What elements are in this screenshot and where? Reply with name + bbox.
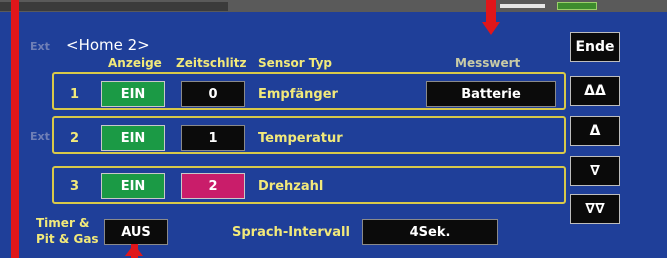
annotation-arrow-down-icon (482, 22, 500, 35)
timer-toggle-button[interactable]: AUS (104, 219, 168, 245)
page-title: <Home 2> (66, 36, 150, 54)
slot-button-row-2[interactable]: 1 (181, 125, 245, 151)
background-label: Ext (30, 130, 50, 143)
top-status-strip (0, 0, 667, 12)
battery-icon (557, 2, 597, 10)
status-bar-indicator (500, 4, 545, 8)
column-header-anzeige: Anzeige (108, 56, 162, 70)
row-index: 3 (70, 179, 80, 194)
column-header-messwert: Messwert (455, 56, 521, 70)
page-up-button[interactable]: Δ (570, 116, 620, 146)
page-down-fast-button[interactable]: ∇∇ (570, 194, 620, 224)
speech-interval-button[interactable]: 4Sek. (362, 219, 498, 245)
page-down-button[interactable]: ∇ (570, 156, 620, 186)
slot-button-row-3[interactable]: 2 (181, 173, 245, 199)
annotation-line-top (486, 0, 496, 24)
end-button[interactable]: Ende (570, 32, 620, 62)
measurement-button-row-1[interactable]: Batterie (426, 81, 556, 107)
display-toggle-row-2[interactable]: EIN (101, 125, 165, 151)
column-header-sensor-typ: Sensor Typ (258, 56, 332, 70)
row-index: 2 (70, 131, 80, 146)
page-up-fast-button[interactable]: ΔΔ (570, 76, 620, 106)
background-label: Ext (30, 40, 50, 53)
sensor-type-row-2[interactable]: Temperatur (258, 131, 343, 146)
sensor-type-row-3[interactable]: Drehzahl (258, 179, 323, 194)
timer-label-line2: Pit & Gas (36, 232, 99, 246)
row-index: 1 (70, 87, 80, 102)
status-bar-left (0, 2, 228, 11)
timer-label-line1: Timer & (36, 216, 90, 230)
display-toggle-row-1[interactable]: EIN (101, 81, 165, 107)
sensor-type-row-1[interactable]: Empfänger (258, 87, 338, 102)
annotation-arrow-up-icon (125, 244, 143, 256)
display-toggle-row-3[interactable]: EIN (101, 173, 165, 199)
annotation-line-left (11, 0, 19, 258)
slot-button-row-1[interactable]: 0 (181, 81, 245, 107)
column-header-zeitschlitz: Zeitschlitz (176, 56, 247, 70)
speech-interval-label: Sprach-Intervall (232, 225, 350, 240)
